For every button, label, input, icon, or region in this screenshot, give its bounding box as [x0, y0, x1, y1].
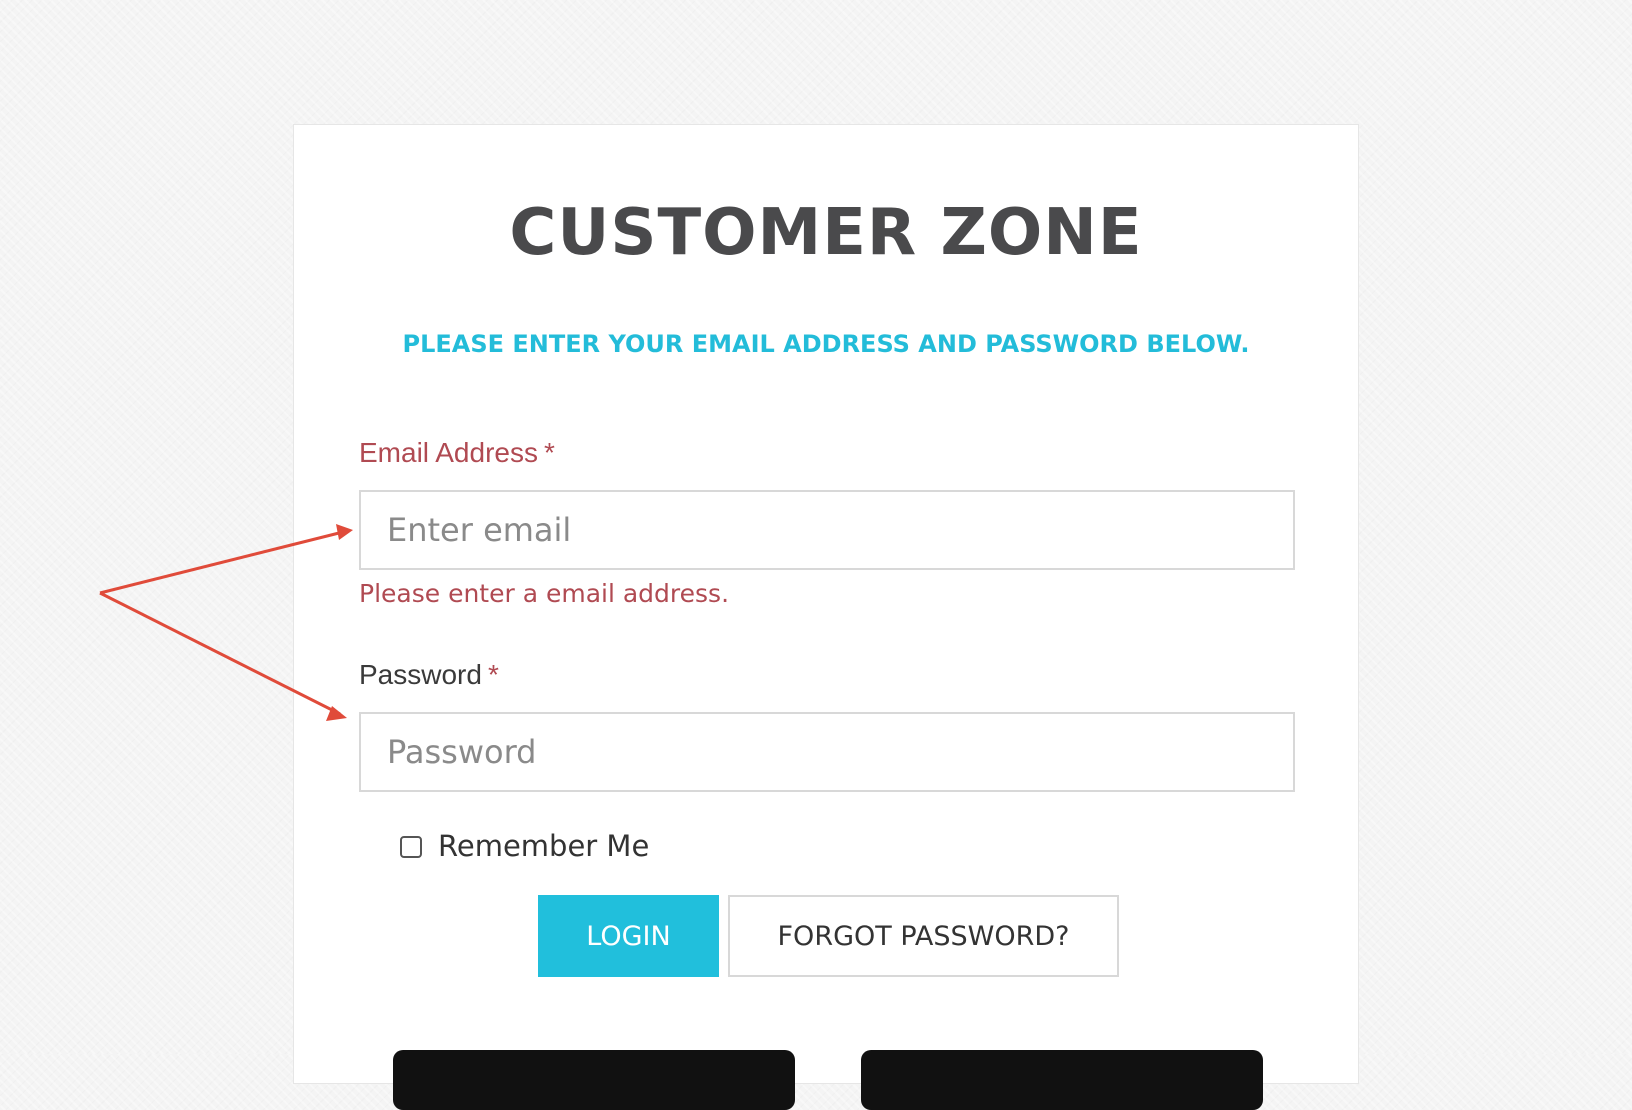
email-input[interactable] — [359, 490, 1295, 570]
password-label: Password * — [359, 661, 499, 689]
page-title: CUSTOMER ZONE — [509, 196, 1143, 270]
remember-me[interactable]: Remember Me — [400, 832, 649, 861]
app-store-badge[interactable] — [393, 1050, 795, 1110]
page-subtitle: PLEASE ENTER YOUR EMAIL ADDRESS AND PASS… — [402, 330, 1250, 358]
password-label-text: Password — [359, 659, 482, 690]
password-input[interactable] — [359, 712, 1295, 792]
email-required-marker: * — [543, 437, 555, 468]
email-error-message: Please enter a email address. — [359, 579, 730, 608]
password-required-marker: * — [487, 659, 499, 690]
login-button[interactable]: LOGIN — [538, 895, 719, 977]
login-card: CUSTOMER ZONE PLEASE ENTER YOUR EMAIL AD… — [293, 124, 1359, 1110]
google-play-badge[interactable] — [861, 1050, 1263, 1110]
remember-me-checkbox[interactable] — [400, 835, 422, 858]
remember-me-label[interactable]: Remember Me — [438, 832, 649, 861]
email-label-text: Email Address — [359, 437, 538, 468]
email-label: Email Address * — [359, 439, 555, 467]
forgot-password-button[interactable]: FORGOT PASSWORD? — [728, 895, 1119, 977]
